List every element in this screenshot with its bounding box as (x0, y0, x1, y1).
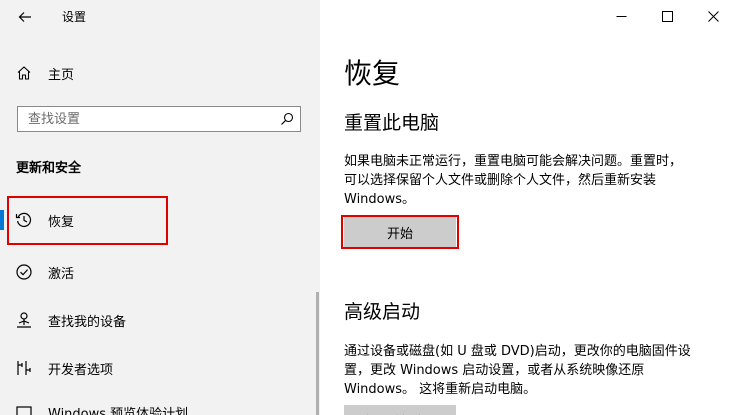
sidebar-item-label: 查找我的设备 (48, 314, 127, 330)
advanced-startup-description: 通过设备或磁盘(如 U 盘或 DVD)启动，更改你的电脑固件设 置，更改 Win… (344, 342, 714, 399)
search-box (17, 106, 301, 132)
sidebar-item-label: Windows 预览体验计划 (48, 406, 189, 415)
search-icon[interactable] (274, 112, 300, 126)
app-title: 设置 (62, 10, 87, 24)
reset-pc-description-line: 如果电脑未正常运行，重置电脑可能会解决问题。重置时， (344, 154, 683, 169)
page-title: 恢复 (344, 57, 401, 90)
developer-tools-icon (10, 359, 38, 377)
section-heading-advanced-startup: 高级启动 (344, 301, 421, 323)
windows-insider-icon (10, 403, 38, 415)
sidebar-item-find-my-device[interactable]: 查找我的设备 (0, 300, 300, 340)
sidebar-item-home[interactable]: 主页 (10, 58, 300, 88)
check-circle-icon (10, 263, 38, 281)
recovery-highlight-box (7, 196, 168, 245)
back-button[interactable] (10, 4, 40, 30)
advanced-startup-description-line: Windows。 这将重新启动电脑。 (344, 382, 537, 397)
sidebar-item-windows-insider[interactable]: Windows 预览体验计划 (0, 392, 300, 415)
get-started-highlight-box (341, 215, 459, 249)
section-title: 更新和安全 (16, 161, 82, 176)
person-pin-icon (10, 311, 38, 329)
sidebar-scrollbar[interactable] (316, 292, 319, 415)
main-panel: 恢复 重置此电脑 如果电脑未正常运行，重置电脑可能会解决问题。重置时， 可以选择… (320, 0, 736, 415)
minimize-button[interactable] (598, 0, 644, 32)
search-input[interactable] (18, 108, 274, 130)
close-icon (707, 10, 719, 22)
reset-pc-description-line: Windows。 (344, 192, 416, 207)
reset-pc-description: 如果电脑未正常运行，重置电脑可能会解决问题。重置时， 可以选择保留个人文件或删除… (344, 152, 714, 209)
advanced-startup-description-line: 置，更改 Windows 启动设置，或者从系统映像还原 (344, 363, 645, 378)
section-heading-reset-pc: 重置此电脑 (344, 112, 440, 134)
sidebar-item-label: 主页 (48, 67, 75, 83)
close-button[interactable] (690, 0, 736, 32)
sidebar-item-activation[interactable]: 激活 (0, 252, 300, 292)
back-arrow-icon (18, 12, 31, 22)
home-icon (10, 65, 38, 81)
maximize-icon (661, 10, 673, 22)
sidebar: 设置 主页 更新和安全 恢复 (0, 0, 320, 415)
maximize-button[interactable] (644, 0, 690, 32)
sidebar-item-label: 激活 (48, 266, 75, 282)
sidebar-item-label: 开发者选项 (48, 362, 114, 378)
sidebar-item-developer-options[interactable]: 开发者选项 (0, 348, 300, 388)
reset-pc-description-line: 可以选择保留个人文件或删除个人文件，然后重新安装 (344, 173, 657, 188)
minimize-icon (616, 15, 626, 17)
advanced-startup-description-line: 通过设备或磁盘(如 U 盘或 DVD)启动，更改你的电脑固件设 (344, 344, 691, 359)
restart-now-button[interactable]: 立即重新启动 (344, 405, 456, 415)
